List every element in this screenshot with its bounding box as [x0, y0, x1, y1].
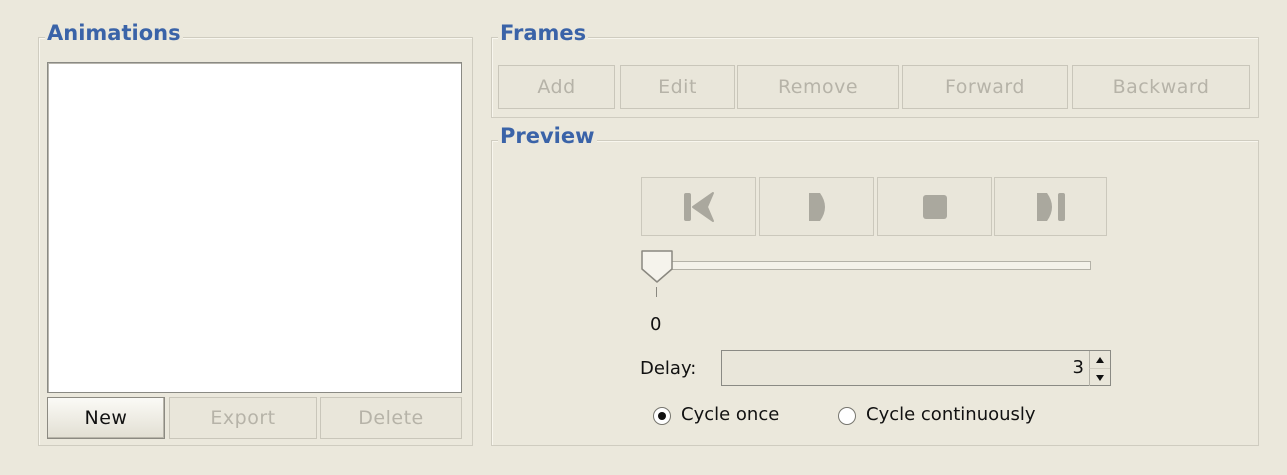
animations-title: Animations — [45, 21, 183, 45]
cycle-once-label: Cycle once — [681, 404, 780, 425]
animations-group: Animations New Export Delete — [38, 21, 473, 446]
delay-label: Delay: — [640, 358, 697, 379]
forward-frame-button[interactable]: Forward — [902, 65, 1068, 109]
preview-group: Preview 0 Delay: 3 Cycle once Cycle cont… — [491, 124, 1259, 446]
up-arrow-icon — [1096, 356, 1104, 363]
new-animation-button[interactable]: New — [47, 397, 165, 439]
cycle-continuously-radio[interactable] — [838, 407, 856, 425]
animations-list[interactable] — [47, 62, 462, 393]
skip-to-end-icon — [1036, 192, 1065, 221]
export-animation-button[interactable]: Export — [169, 397, 317, 439]
delete-animation-button[interactable]: Delete — [320, 397, 462, 439]
skip-to-start-button[interactable] — [641, 177, 756, 236]
slider-tick-label: 0 — [650, 314, 662, 335]
slider-thumb[interactable] — [640, 249, 676, 285]
stop-icon — [922, 194, 947, 219]
remove-frame-button[interactable]: Remove — [737, 65, 899, 109]
slider-tick — [656, 287, 657, 297]
cycle-once-radio[interactable] — [653, 407, 671, 425]
add-frame-button[interactable]: Add — [498, 65, 615, 109]
delay-decrement-button[interactable] — [1089, 368, 1110, 386]
delay-field[interactable]: 3 — [722, 351, 1088, 385]
slider-track — [643, 261, 1091, 270]
frames-title: Frames — [498, 21, 589, 45]
play-icon — [808, 192, 825, 221]
stop-button[interactable] — [877, 177, 992, 236]
down-arrow-icon — [1096, 374, 1104, 381]
play-button[interactable] — [759, 177, 874, 236]
delay-spinner[interactable]: 3 — [721, 350, 1111, 386]
edit-frame-button[interactable]: Edit — [620, 65, 735, 109]
preview-title: Preview — [498, 124, 597, 148]
cycle-continuously-label: Cycle continuously — [866, 404, 1036, 425]
delay-increment-button[interactable] — [1089, 351, 1110, 368]
skip-to-start-icon — [683, 191, 714, 222]
frames-group: Frames Add Edit Remove Forward Backward — [491, 21, 1259, 118]
backward-frame-button[interactable]: Backward — [1072, 65, 1250, 109]
skip-to-end-button[interactable] — [994, 177, 1107, 236]
frame-slider[interactable] — [641, 249, 1093, 297]
